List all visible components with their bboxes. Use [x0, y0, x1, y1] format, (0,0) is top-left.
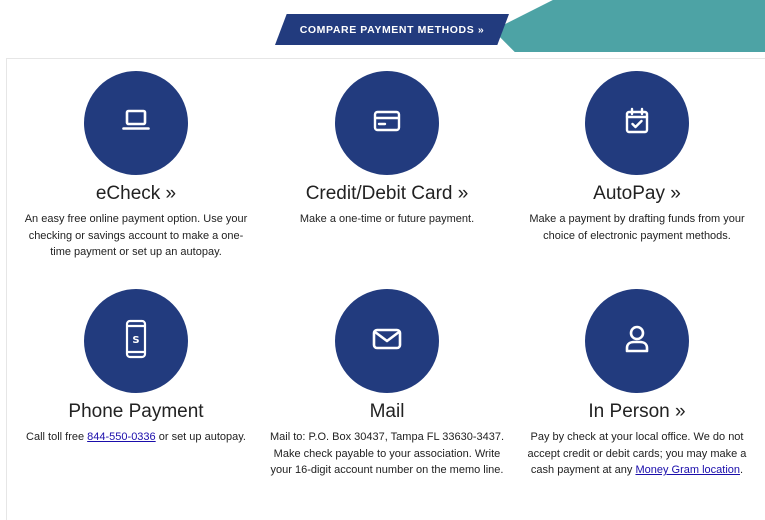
phone-icon-circle: S — [84, 289, 188, 393]
payment-method-phone: S Phone Payment Call toll free 844-550-0… — [11, 289, 261, 446]
teal-accent-shape — [493, 0, 765, 52]
echeck-title-link[interactable]: eCheck » — [11, 183, 261, 205]
mail-title: Mail — [369, 401, 405, 422]
payment-method-autopay: AutoPay » Make a payment by drafting fun… — [512, 71, 762, 244]
phone-payment-description: Call toll free 844-550-0336 or set up au… — [11, 429, 261, 446]
laptop-icon — [122, 109, 150, 138]
money-gram-location-link[interactable]: Money Gram location — [635, 464, 740, 476]
echeck-description: An easy free online payment option. Use … — [24, 213, 248, 258]
compare-payment-methods-button[interactable]: COMPARE PAYMENT METHODS » — [275, 14, 509, 45]
in-person-title-link[interactable]: In Person » — [512, 401, 762, 423]
in-person-desc-after: . — [740, 464, 744, 476]
top-banner: COMPARE PAYMENT METHODS » — [0, 0, 765, 56]
in-person-icon-circle[interactable] — [585, 289, 689, 393]
person-icon — [624, 324, 650, 359]
mail-icon-circle — [335, 289, 439, 393]
phone-payment-title: Phone Payment — [68, 401, 204, 422]
in-person-description: Pay by check at your local office. We do… — [512, 429, 762, 479]
credit-card-title-link[interactable]: Credit/Debit Card » — [262, 183, 512, 205]
payment-methods-panel: eCheck » An easy free online payment opt… — [6, 58, 765, 520]
phone-desc-before: Call toll free — [26, 431, 88, 443]
payment-method-mail: Mail Mail to: P.O. Box 30437, Tampa FL 3… — [262, 289, 512, 479]
calendar-check-icon — [624, 107, 650, 140]
autopay-description: Make a payment by drafting funds from yo… — [529, 213, 745, 242]
payment-method-in-person: In Person » Pay by check at your local o… — [512, 289, 762, 479]
autopay-title-link[interactable]: AutoPay » — [512, 183, 762, 205]
credit-card-description: Make a one-time or future payment. — [299, 213, 475, 225]
credit-card-icon — [373, 110, 401, 137]
envelope-icon — [372, 327, 402, 356]
phone-desc-after: or set up autopay. — [155, 431, 246, 443]
phone-number-link[interactable]: 844-550-0336 — [87, 431, 156, 443]
svg-text:S: S — [132, 335, 139, 346]
echeck-icon-circle[interactable] — [84, 71, 188, 175]
credit-card-icon-circle[interactable] — [335, 71, 439, 175]
payment-method-echeck: eCheck » An easy free online payment opt… — [11, 71, 261, 261]
payment-method-credit-card: Credit/Debit Card » Make a one-time or f… — [262, 71, 512, 228]
mail-description: Mail to: P.O. Box 30437, Tampa FL 33630-… — [270, 431, 505, 476]
autopay-icon-circle[interactable] — [585, 71, 689, 175]
smartphone-icon: S — [125, 319, 147, 364]
